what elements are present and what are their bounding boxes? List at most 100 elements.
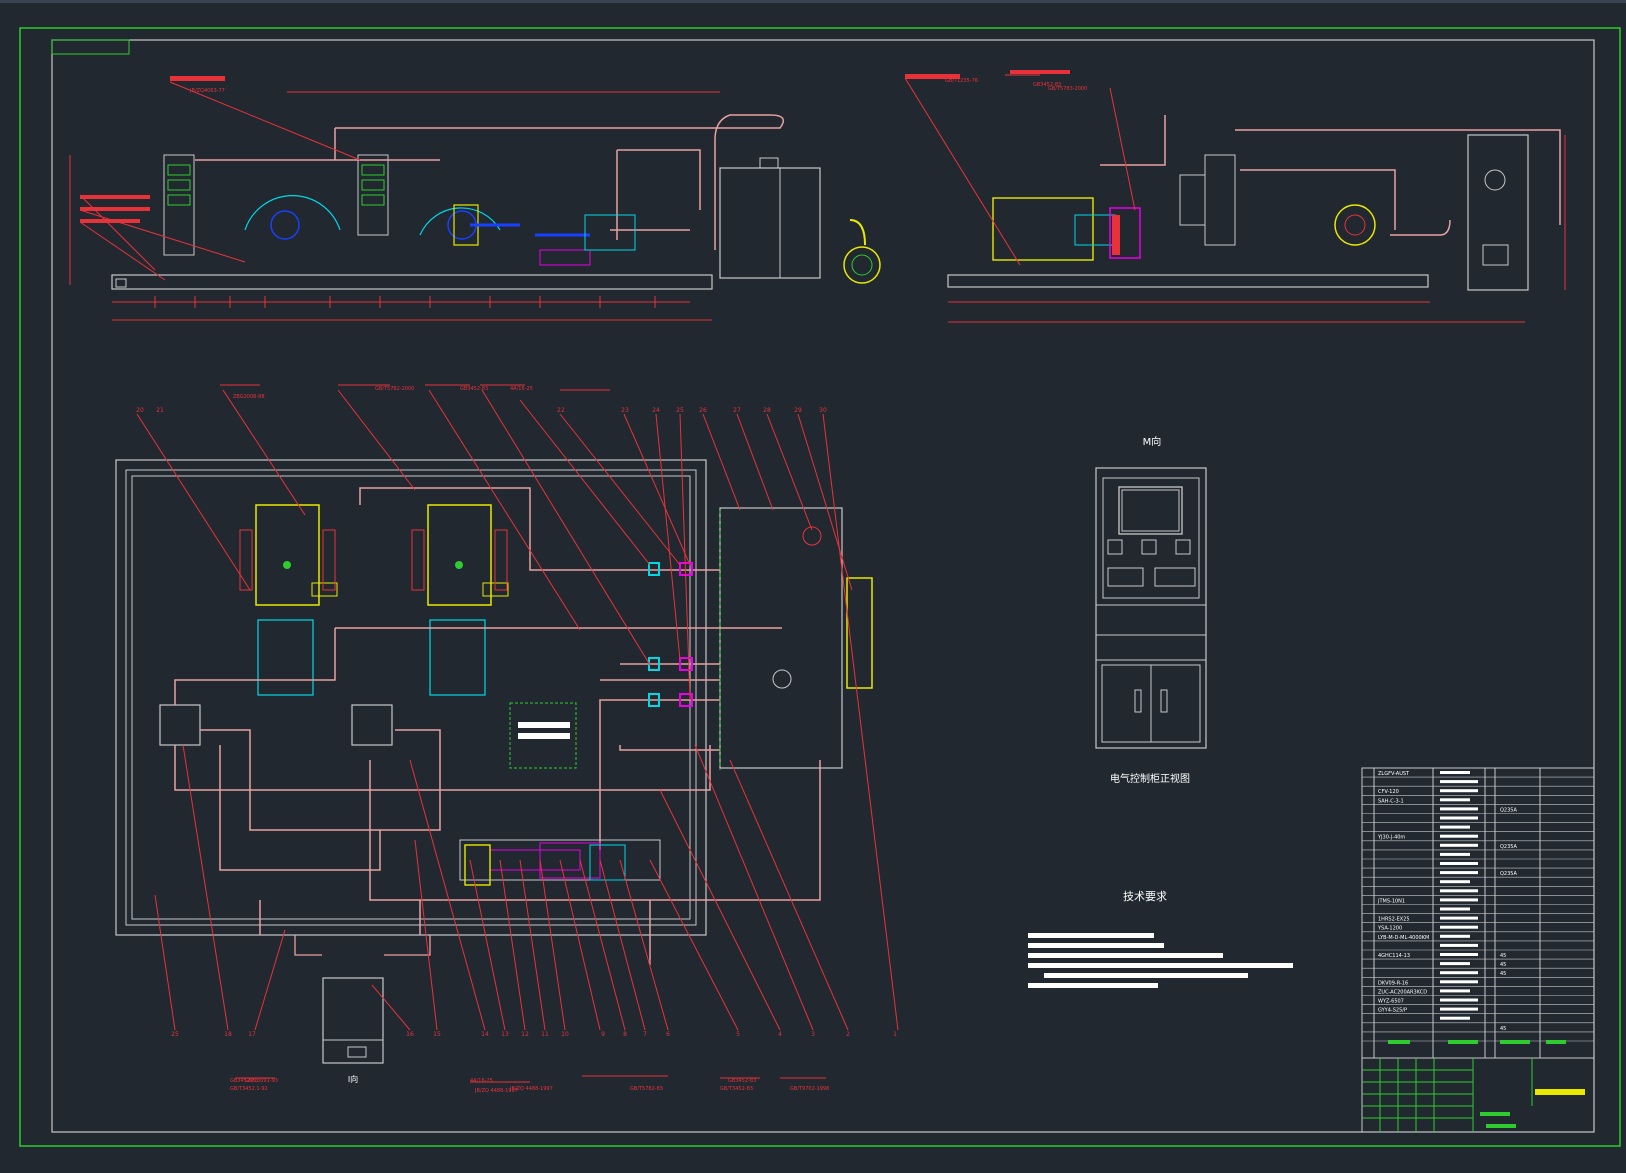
bom-name-cell bbox=[1440, 843, 1478, 847]
svg-text:30: 30 bbox=[819, 407, 827, 414]
svg-text:17: 17 bbox=[248, 1031, 256, 1038]
standard-note: GB3452-83 bbox=[230, 1078, 258, 1084]
standard-note: GB/T5782-2000 bbox=[375, 386, 414, 392]
bom-spec-cell: Q235A bbox=[1500, 871, 1517, 877]
bom-name-cell bbox=[1440, 934, 1470, 938]
bom-name-cell bbox=[1440, 862, 1478, 865]
standard-note: JB/ZQ 4488-1997 bbox=[474, 1088, 518, 1094]
svg-text:5: 5 bbox=[736, 1031, 740, 1038]
svg-text:13: 13 bbox=[501, 1031, 509, 1038]
bom-name-cell bbox=[1440, 962, 1470, 966]
bom-name-cell bbox=[1440, 816, 1478, 820]
standard-note: JB/ZQ4063-77 bbox=[189, 88, 225, 94]
svg-text:8: 8 bbox=[623, 1031, 627, 1038]
svg-text:22: 22 bbox=[557, 407, 565, 414]
bom-spec-cell: 45 bbox=[1500, 953, 1506, 959]
standard-note: GB/T3452.1-92 bbox=[230, 1086, 268, 1092]
bom-name-cell bbox=[1440, 889, 1478, 893]
bom-name-cell bbox=[1440, 771, 1470, 774]
callouts-bottom: 25 18 17 16 15 14 13 12 11 10 9 8 7 6 5 … bbox=[171, 1031, 897, 1038]
bom-name-cell bbox=[1440, 971, 1478, 975]
tech-req-title: 技术要求 bbox=[1123, 890, 1167, 903]
bom-name-cell bbox=[1440, 907, 1470, 911]
bom-code-cell: JTMS-10N1 bbox=[1377, 898, 1405, 904]
bom-name-cell bbox=[1440, 852, 1470, 856]
plan-view bbox=[115, 459, 873, 1064]
svg-text:11: 11 bbox=[541, 1031, 549, 1038]
bom-spec-cell: Q235A bbox=[1500, 807, 1517, 813]
standard-note: GB3452-83 bbox=[460, 386, 488, 392]
standard-note: GB3452-83 bbox=[1033, 82, 1061, 88]
title-block bbox=[1361, 1040, 1595, 1133]
bom-name-cell bbox=[1440, 916, 1478, 920]
bom-name-cell bbox=[1440, 1007, 1478, 1011]
bom-name-cell bbox=[1440, 998, 1478, 1002]
bom-code-cell: SAH-C-3-1 bbox=[1378, 798, 1404, 804]
bom-name-cell bbox=[1440, 834, 1478, 838]
callout-leaders-top bbox=[136, 384, 899, 1031]
standard-note: 4A/16-25 bbox=[510, 386, 533, 392]
bom-name-cell bbox=[1440, 953, 1478, 956]
bom-name-cell bbox=[1440, 780, 1478, 784]
svg-text:25: 25 bbox=[676, 407, 684, 414]
bom-spec-cell: 45 bbox=[1500, 962, 1506, 968]
standard-note: GB/T1235-76 bbox=[945, 78, 978, 84]
view-m-label: M向 bbox=[1143, 435, 1162, 448]
view-i-label: I向 bbox=[348, 1074, 358, 1084]
svg-text:16: 16 bbox=[406, 1031, 414, 1038]
standard-note: 4A/16-25 bbox=[470, 1078, 493, 1084]
bom-code-cell: ZUC-AC200AR3KCD bbox=[1378, 989, 1427, 995]
bom-code-cell: YJ30-J-40m bbox=[1377, 835, 1405, 841]
standard-note: GB/T9702-1998 bbox=[790, 1086, 829, 1092]
svg-text:12: 12 bbox=[521, 1031, 529, 1038]
frame-tag bbox=[51, 39, 130, 55]
bom-name-cell bbox=[1440, 989, 1470, 993]
svg-text:20: 20 bbox=[136, 407, 144, 414]
bom-name-cell bbox=[1440, 925, 1478, 929]
window-top-bar bbox=[0, 0, 1626, 3]
standard-note: GB/T3452-83 bbox=[720, 1086, 753, 1092]
bom-spec-cell: 45 bbox=[1500, 1026, 1506, 1032]
svg-text:18: 18 bbox=[224, 1031, 232, 1038]
svg-text:2: 2 bbox=[846, 1031, 850, 1038]
bom-spec-cell: 45 bbox=[1500, 971, 1506, 977]
standard-note: GB3452-83 bbox=[728, 1078, 756, 1084]
standard-note: GB/T5782-83 bbox=[630, 1086, 663, 1092]
bom-code-cell: 4GHC114-13 bbox=[1378, 953, 1410, 959]
bom-code-cell: 1HRS2-EX25 bbox=[1378, 917, 1410, 923]
bom-code-cell: GYY4-S25/P bbox=[1378, 1008, 1407, 1014]
bom-code-cell: ZLGFV-AUST bbox=[1378, 771, 1410, 777]
cad-drawing: 20 21 22 23 24 25 26 27 28 29 30 25 18 1… bbox=[0, 0, 1626, 1147]
svg-text:10: 10 bbox=[561, 1031, 569, 1038]
svg-text:24: 24 bbox=[652, 407, 660, 414]
bom-name-cell bbox=[1440, 825, 1470, 829]
bom-name-cell bbox=[1440, 943, 1478, 947]
svg-text:29: 29 bbox=[794, 407, 802, 414]
svg-text:21: 21 bbox=[156, 407, 164, 414]
bom-code-cell: LYB-M-D-ML-4000KM bbox=[1378, 935, 1429, 941]
svg-text:1: 1 bbox=[893, 1031, 897, 1038]
svg-text:25: 25 bbox=[171, 1031, 179, 1038]
bom-spec-cell: Q235A bbox=[1500, 844, 1517, 850]
svg-text:9: 9 bbox=[601, 1031, 605, 1038]
side-elevation-view bbox=[904, 70, 1566, 323]
technical-requirements: 技术要求 bbox=[1028, 890, 1293, 988]
svg-text:3: 3 bbox=[811, 1031, 815, 1038]
svg-text:6: 6 bbox=[666, 1031, 670, 1038]
svg-text:14: 14 bbox=[481, 1031, 489, 1038]
bom-code-cell: CFV-120 bbox=[1378, 789, 1399, 795]
bom-code-cell: WYZ-6507 bbox=[1378, 999, 1404, 1005]
bom-name-cell bbox=[1440, 789, 1478, 793]
bom-name-cell bbox=[1440, 871, 1478, 875]
bom-name-cell bbox=[1440, 1016, 1470, 1020]
bom-name-cell bbox=[1440, 798, 1470, 802]
svg-text:15: 15 bbox=[433, 1031, 441, 1038]
standard-note: ZBG2008-88 bbox=[233, 394, 265, 400]
front-elevation-view bbox=[69, 76, 881, 321]
svg-text:26: 26 bbox=[699, 407, 707, 414]
bom-name-cell bbox=[1440, 880, 1470, 884]
bom-code-cell: YSA-1200 bbox=[1377, 926, 1402, 932]
bom-code-cell: DKV09-R-16 bbox=[1378, 980, 1408, 986]
bom-name-cell bbox=[1440, 807, 1478, 811]
svg-text:7: 7 bbox=[643, 1031, 647, 1038]
